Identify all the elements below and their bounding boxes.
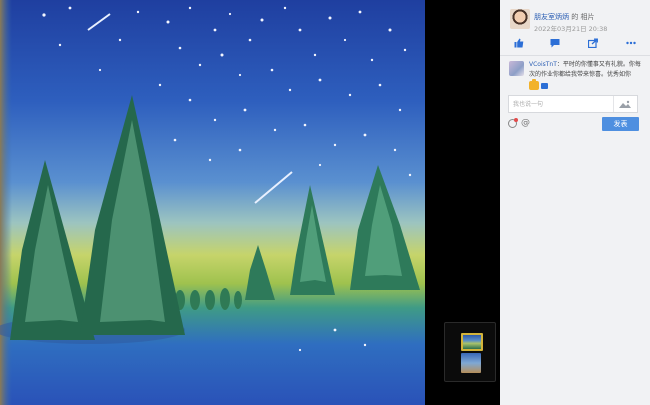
- send-button[interactable]: 发表: [602, 117, 639, 131]
- photo-painting[interactable]: [0, 0, 425, 405]
- like-button[interactable]: [512, 36, 526, 50]
- thumbs-up-icon: [514, 38, 524, 48]
- author-connector: 的: [571, 13, 579, 21]
- reply-input[interactable]: [509, 96, 617, 112]
- photo-viewer: [0, 0, 500, 405]
- more-button[interactable]: [624, 36, 638, 50]
- post-header: 朋友室炳炳 的 相片 2022年03月21日 20:38: [510, 9, 642, 33]
- comment-button[interactable]: [548, 36, 562, 50]
- thumbnail-strip: [444, 322, 496, 382]
- comment-emoji-row: [529, 79, 548, 90]
- share-icon: [588, 38, 598, 48]
- comment-body: VCoisTnT：平时的你懂事又有礼貌。你每次的作业你都给我带来惊喜。优秀如你: [529, 60, 642, 79]
- comment-icon: [550, 39, 560, 48]
- reply-input-box: [508, 95, 638, 113]
- thumbs-up-emoji-icon: [529, 79, 539, 90]
- post-type-label: 相片: [580, 13, 595, 21]
- commenter-avatar[interactable]: [509, 61, 524, 76]
- share-button[interactable]: [586, 36, 600, 50]
- author-line: 朋友室炳炳 的 相片: [534, 12, 594, 22]
- divider: [500, 55, 650, 56]
- post-timestamp: 2022年03月21日 20:38: [534, 25, 608, 33]
- thumbnail-next[interactable]: [461, 353, 481, 373]
- reply-icon[interactable]: [541, 82, 548, 89]
- emoji-picker-icon[interactable]: [508, 118, 518, 128]
- side-panel: 朋友室炳炳 的 相片 2022年03月21日 20:38 VCoisTnT：平时…: [500, 0, 650, 405]
- mention-at-icon[interactable]: @: [521, 118, 530, 128]
- image-upload-icon[interactable]: [619, 100, 631, 108]
- author-name-link[interactable]: 朋友室炳炳: [534, 13, 569, 21]
- thumbnail-current[interactable]: [461, 333, 483, 351]
- input-separator: [613, 96, 614, 112]
- action-bar: [500, 36, 650, 50]
- commenter-name-link[interactable]: VCoisTnT: [529, 61, 557, 68]
- more-icon: [626, 41, 636, 45]
- painting-image: [0, 0, 425, 405]
- author-avatar[interactable]: [510, 9, 530, 29]
